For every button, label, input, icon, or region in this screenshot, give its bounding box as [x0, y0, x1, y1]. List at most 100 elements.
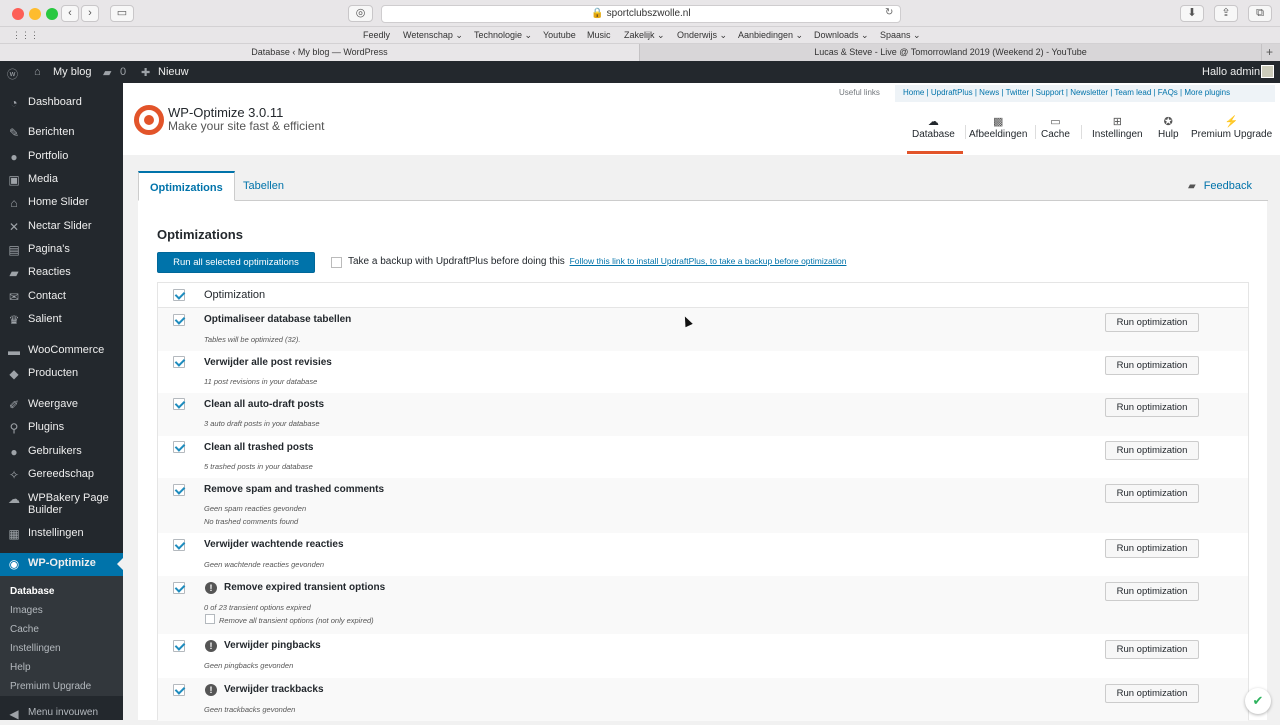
privacy-icon[interactable]: ◎: [348, 5, 373, 22]
row-checkbox[interactable]: [173, 398, 185, 410]
nav-afbeeldingen[interactable]: ▩ Afbeeldingen: [969, 115, 1027, 140]
remove-all-transients-checkbox[interactable]: [205, 614, 215, 624]
new-tab-icon[interactable]: +: [1266, 45, 1273, 59]
nav-instellingen[interactable]: ⊞ Instellingen: [1092, 115, 1143, 140]
grid-icon[interactable]: ⋮⋮⋮: [12, 30, 39, 41]
sidebar-item-nectar-slider[interactable]: ✕ Nectar Slider: [0, 216, 123, 238]
browser-tab-youtube[interactable]: Lucas & Steve - Live @ Tomorrowland 2019…: [640, 44, 1262, 61]
minimize-window-button[interactable]: [29, 8, 41, 20]
run-optimization-button[interactable]: Run optimization: [1105, 441, 1199, 460]
download-icon[interactable]: ⬇: [1180, 5, 1204, 22]
browser-tab-wordpress[interactable]: Database ‹ My blog — WordPress: [0, 44, 640, 61]
backup-checkbox[interactable]: [331, 257, 342, 268]
run-optimization-button[interactable]: Run optimization: [1105, 313, 1199, 332]
sidebar-item-instellingen[interactable]: ▦ Instellingen: [0, 523, 123, 545]
submenu-database[interactable]: Database: [10, 586, 54, 597]
submenu-help[interactable]: Help: [10, 662, 31, 673]
wpbakery-icon: ☁: [8, 492, 20, 506]
security-shield-icon[interactable]: ✔: [1245, 688, 1271, 714]
close-window-button[interactable]: [12, 8, 24, 20]
share-icon[interactable]: ⇪: [1214, 5, 1238, 22]
bookmark-zakelijk[interactable]: Zakelijk ⌄: [624, 30, 665, 41]
sidebar-item-dashboard[interactable]: ◔ Dashboard: [0, 92, 123, 114]
product-icon: ◆: [9, 367, 19, 381]
row-checkbox[interactable]: [173, 484, 185, 496]
nav-cache[interactable]: ▭ Cache: [1041, 115, 1070, 140]
sidebar-toggle-icon[interactable]: ▭: [110, 5, 134, 22]
bookmark-wetenschap[interactable]: Wetenschap ⌄: [403, 30, 463, 41]
row-checkbox[interactable]: [173, 640, 185, 652]
tab-tabellen[interactable]: Tabellen: [232, 171, 295, 201]
bookmark-spaans[interactable]: Spaans ⌄: [880, 30, 921, 41]
zoom-window-button[interactable]: [46, 8, 58, 20]
new-content-link[interactable]: Nieuw: [158, 66, 189, 78]
sidebar-item-reacties[interactable]: ▰ Reacties: [0, 262, 123, 284]
submenu-instellingen[interactable]: Instellingen: [10, 643, 61, 654]
sidebar-item-producten[interactable]: ◆ Producten: [0, 363, 123, 385]
run-optimization-button[interactable]: Run optimization: [1105, 356, 1199, 375]
run-optimization-button[interactable]: Run optimization: [1105, 539, 1199, 558]
sidebar-item-woocommerce[interactable]: ▬ WooCommerce: [0, 340, 123, 362]
sidebar-item-home-slider[interactable]: ⌂ Home Slider: [0, 192, 123, 214]
sidebar-item-berichten[interactable]: ✎ Berichten: [0, 122, 123, 144]
submenu-cache[interactable]: Cache: [10, 624, 39, 635]
sidebar-item-portfolio[interactable]: ● Portfolio: [0, 146, 123, 168]
run-optimization-button[interactable]: Run optimization: [1105, 684, 1199, 703]
sidebar-item-weergave[interactable]: ✐ Weergave: [0, 394, 123, 416]
sidebar-item-gereedschap[interactable]: ✧ Gereedschap: [0, 464, 123, 486]
site-name-link[interactable]: My blog: [53, 66, 92, 78]
home-icon[interactable]: ⌂: [34, 66, 41, 78]
submenu-images[interactable]: Images: [10, 605, 43, 616]
nav-hulp[interactable]: ✪ Hulp: [1158, 115, 1179, 140]
sidebar-item-gebruikers[interactable]: ● Gebruikers: [0, 441, 123, 463]
bookmark-music[interactable]: Music: [587, 30, 611, 40]
bookmark-aanbiedingen[interactable]: Aanbiedingen ⌄: [738, 30, 803, 41]
submenu-premium-upgrade[interactable]: Premium Upgrade: [10, 681, 91, 692]
tab-optimizations[interactable]: Optimizations: [138, 171, 235, 201]
run-optimization-button[interactable]: Run optimization: [1105, 640, 1199, 659]
collapse-menu-button[interactable]: ◀ Menu invouwen: [0, 703, 123, 725]
sidebar-item-media[interactable]: ▣ Media: [0, 169, 123, 191]
bookmark-youtube[interactable]: Youtube: [543, 30, 576, 40]
comment-bubble-icon[interactable]: ▰: [103, 66, 111, 79]
row-checkbox[interactable]: [173, 582, 185, 594]
row-checkbox[interactable]: [173, 314, 185, 326]
nav-database[interactable]: ☁ Database: [912, 115, 955, 140]
admin-sidebar: ◔ Dashboard ✎ Berichten ● Portfolio ▣ Media …: [0, 83, 123, 721]
run-optimization-button[interactable]: Run optimization: [1105, 484, 1199, 503]
run-optimization-button[interactable]: Run optimization: [1105, 582, 1199, 601]
sidebar-item-wp-optimize[interactable]: ◉ WP-Optimize: [0, 553, 123, 576]
woocommerce-icon: ▬: [8, 344, 20, 358]
useful-links[interactable]: Home | UpdraftPlus | News | Twitter | Su…: [895, 85, 1275, 102]
row-checkbox[interactable]: [173, 684, 185, 696]
sidebar-item-plugins[interactable]: ⚲ Plugins: [0, 417, 123, 439]
sidebar-item-contact[interactable]: ✉ Contact: [0, 286, 123, 308]
row-checkbox[interactable]: [173, 356, 185, 368]
nav-separator: [965, 125, 966, 139]
forward-icon[interactable]: ›: [81, 5, 99, 22]
reload-icon[interactable]: ↻: [885, 7, 893, 18]
address-bar[interactable]: 🔒 sportclubszwolle.nl: [381, 5, 901, 23]
sidebar-item-wpbakery[interactable]: ☁ WPBakery Page Builder: [0, 488, 123, 518]
sidebar-item-salient[interactable]: ♛ Salient: [0, 309, 123, 331]
sidebar-item-paginas[interactable]: ▤ Pagina's: [0, 239, 123, 261]
bookmark-feedly[interactable]: Feedly: [363, 30, 390, 40]
wordpress-logo-icon[interactable]: ⓦ: [7, 66, 18, 82]
bookmark-technologie[interactable]: Technologie ⌄: [474, 30, 532, 41]
account-greeting[interactable]: Hallo admin: [1202, 66, 1260, 78]
avatar[interactable]: [1261, 65, 1274, 78]
row-checkbox[interactable]: [173, 539, 185, 551]
row-title: Verwijder trackbacks: [224, 684, 324, 695]
table-row: Remove spam and trashed comments Geen sp…: [158, 478, 1248, 533]
run-optimization-button[interactable]: Run optimization: [1105, 398, 1199, 417]
select-all-checkbox[interactable]: [173, 289, 185, 301]
tabs-overview-icon[interactable]: ⧉: [1248, 5, 1272, 22]
install-updraftplus-link[interactable]: Follow this link to install UpdraftPlus,…: [570, 256, 847, 266]
nav-premium-upgrade[interactable]: ⚡ Premium Upgrade: [1191, 115, 1272, 140]
row-checkbox[interactable]: [173, 441, 185, 453]
run-all-optimizations-button[interactable]: Run all selected optimizations: [157, 252, 315, 273]
back-icon[interactable]: ‹: [61, 5, 79, 22]
bookmark-downloads[interactable]: Downloads ⌄: [814, 30, 869, 41]
bookmark-onderwijs[interactable]: Onderwijs ⌄: [677, 30, 727, 41]
feedback-link[interactable]: ▰ Feedback: [1188, 180, 1252, 192]
